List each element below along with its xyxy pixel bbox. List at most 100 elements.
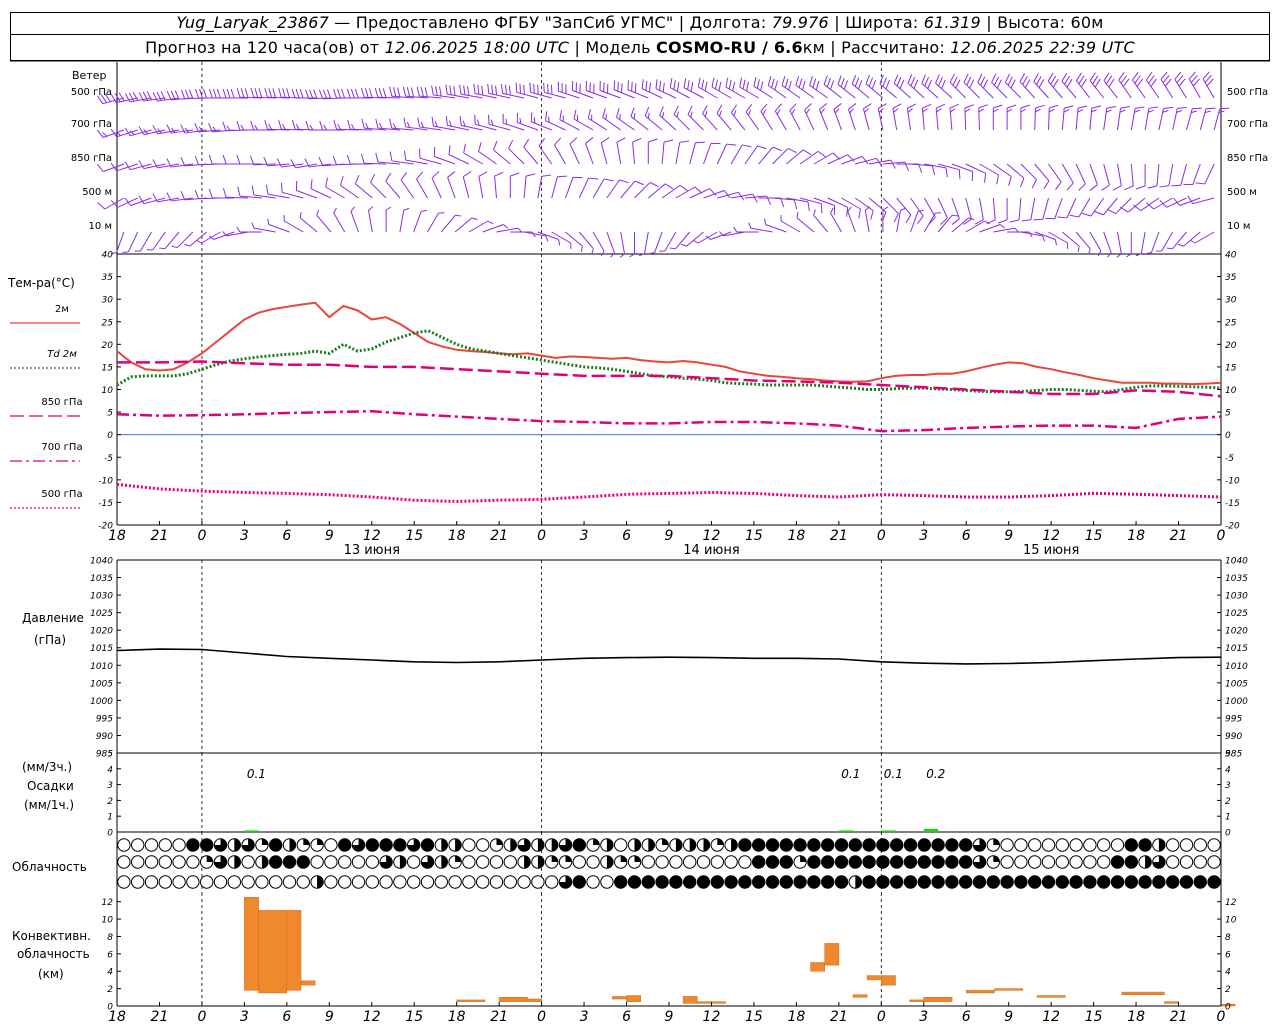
wind-barb-feather [180, 157, 186, 167]
temp-tick-label-left: 35 [102, 273, 114, 283]
cloud-symbol-upper [1041, 838, 1056, 852]
wind-barb-feather [882, 77, 887, 87]
cloud-cover-symbols [117, 838, 1221, 889]
wind-barb-feather [313, 89, 318, 99]
cloud-symbol-upper-fill [918, 838, 931, 852]
pressure-tick-label-right: 1020 [1225, 627, 1248, 637]
cloud-symbol-upper-fill [766, 838, 779, 852]
wind-barb-shaft [644, 115, 663, 131]
wind-level-label-right: 700 гПа [1227, 119, 1268, 130]
wind-barb-feather [715, 79, 718, 90]
wind-barb-feather [697, 77, 701, 88]
cloud-symbol-lower [503, 875, 517, 889]
wind-barb-shaft [616, 116, 635, 131]
wind-barb-feather [849, 108, 854, 114]
wind-barb-shaft [523, 176, 527, 199]
wind-barb-feather [1024, 79, 1031, 88]
day-label: 15 июня [1023, 543, 1079, 558]
wind-barb-shaft [965, 220, 986, 233]
cloud-symbol-upper [1055, 838, 1070, 852]
temp-series-line [117, 360, 1222, 398]
wind-barb-feather [403, 117, 407, 128]
pressure-tick-label-right: 1015 [1225, 644, 1248, 654]
wind-barb-feather [1124, 185, 1134, 191]
wind-barb-shaft [496, 227, 519, 233]
wind-barb-feather [781, 76, 786, 86]
wind-barb-feather [525, 173, 536, 177]
wind-barb-feather [978, 104, 988, 109]
wind-barb-feather [837, 75, 842, 85]
conv-tick-label-right: 8 [1225, 933, 1231, 943]
conv-label-2: облачность [17, 947, 90, 961]
wind-barb-feather [1042, 235, 1046, 242]
legend-label: 700 гПа [41, 442, 82, 453]
cloud-symbol-middle-fill [766, 855, 779, 869]
time-bottom-tick-label: 12 [363, 1009, 381, 1024]
wind-barb-feather [203, 88, 207, 99]
wind-barb-feather [1132, 204, 1142, 212]
wind-barb-feather [955, 79, 961, 89]
wind-barb-feather [508, 139, 514, 149]
legend-label: 500 гПа [41, 489, 82, 500]
wind-barb-feather [809, 76, 813, 86]
wind-barb-shaft [833, 109, 842, 131]
time-bottom-tick-label: 21 [1170, 1009, 1188, 1024]
wind-barb-feather [922, 108, 928, 113]
wind-barb-shaft [809, 84, 828, 99]
wind-barb-feather [236, 87, 241, 98]
wind-barb-feather [368, 88, 373, 98]
pressure-tick-label-left: 1000 [90, 697, 113, 707]
wind-barb-feather [393, 87, 397, 97]
cloud-symbol-upper-fill [821, 838, 834, 852]
conv-bar [258, 910, 288, 994]
wind-barb-feather [952, 214, 959, 217]
wind-barb-shaft [864, 210, 870, 233]
conv-tick-label-right: 10 [1225, 916, 1237, 926]
wind-barb-feather [455, 214, 462, 217]
conv-tick-label-right: 0 [1225, 1003, 1231, 1013]
wind-barb-feather [361, 118, 365, 129]
time-tick-label: 3 [240, 528, 249, 544]
wind-barb-feather [244, 88, 249, 98]
wind-barb-feather [615, 108, 620, 118]
wind-barb-feather [826, 77, 831, 88]
wind-barb-feather [180, 191, 186, 201]
time-bottom-tick-label: 21 [490, 1009, 508, 1024]
wind-barb-feather [993, 76, 1000, 86]
cloud-symbol-upper-fill [876, 838, 890, 852]
wind-barb-shaft [865, 83, 884, 99]
cloud-symbol-middle [172, 855, 186, 869]
cloud-symbol-lower [269, 875, 283, 889]
wind-barb-shaft [606, 231, 615, 253]
wind-barb-feather [545, 111, 548, 121]
wind-barb-feather [978, 108, 985, 113]
wind-barb-feather [907, 74, 913, 84]
cloud-symbol-lower-fill [1138, 875, 1152, 889]
wind-barb-feather [254, 88, 259, 98]
wind-barb-feather [993, 104, 1003, 109]
wind-barb-feather [847, 206, 852, 212]
conv-bar [626, 995, 641, 1002]
wind-barb-feather [416, 86, 420, 97]
precip-tick-label-left: 2 [107, 797, 113, 807]
wind-barb-feather [237, 186, 241, 197]
wind-barb-feather [679, 184, 689, 192]
wind-barb-feather [102, 132, 108, 137]
wind-barb-feather [1120, 75, 1128, 84]
wind-barb-shaft [1075, 80, 1091, 99]
wind-barb-feather [952, 76, 958, 86]
conv-bar [498, 997, 528, 1002]
cloud-symbol-lower [144, 875, 159, 889]
wind-barb-feather [936, 108, 942, 113]
wind-barb-feather [997, 219, 1008, 224]
wind-barb-feather [762, 109, 767, 115]
wind-barb-feather [900, 207, 907, 211]
wind-barb-shaft [1061, 163, 1074, 184]
wind-barb-shaft [253, 227, 276, 233]
wind-barb-feather [325, 177, 329, 188]
cloud-symbol-lower-fill [1042, 875, 1055, 889]
wind-barb-feather [118, 92, 125, 102]
wind-barb-feather [1135, 185, 1146, 190]
wind-barb-shaft [1075, 163, 1086, 185]
wind-barb-feather [96, 163, 104, 172]
